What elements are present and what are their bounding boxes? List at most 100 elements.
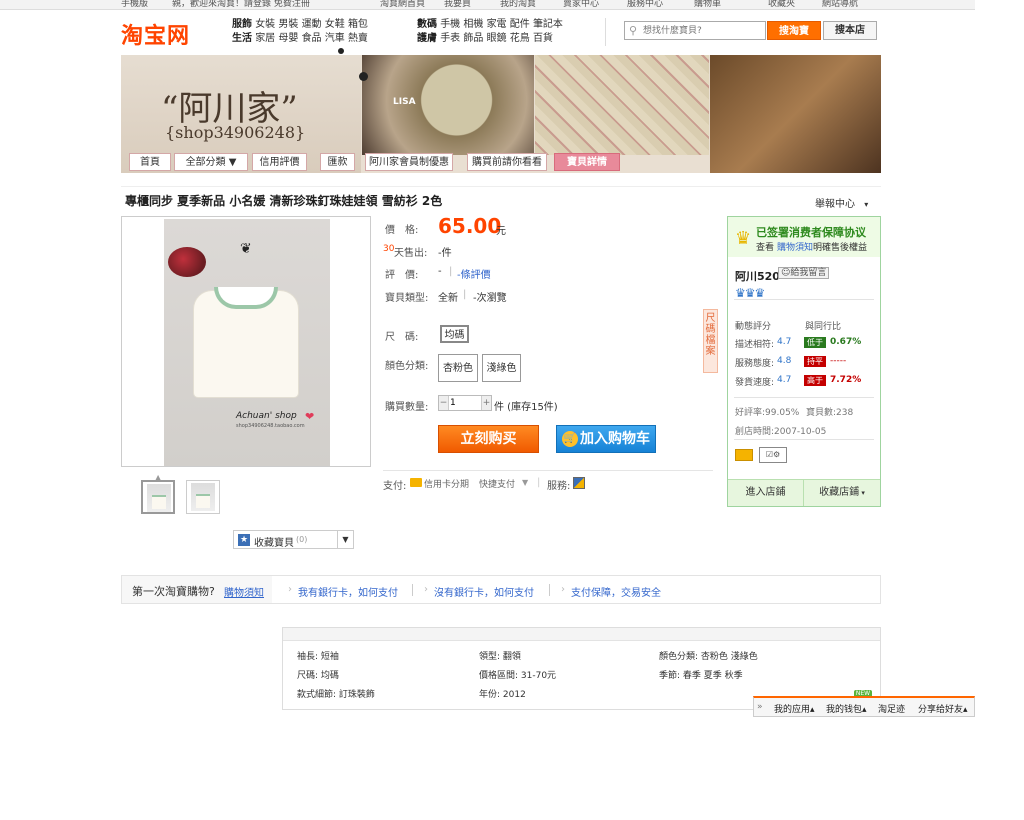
cart-icon: 🛒 (562, 431, 578, 447)
quantity-input[interactable] (450, 397, 480, 409)
category-link[interactable]: 運動 (302, 19, 322, 30)
thumbnail-image (147, 484, 171, 512)
topbar-link-service[interactable]: 服務中心 (627, 0, 663, 9)
chevron-down-icon[interactable]: ▼ (522, 478, 528, 487)
payment-quick[interactable]: 快捷支付 (479, 477, 515, 490)
guide-item-security[interactable]: 支付保障，交易安全 (571, 584, 661, 599)
chevron-right-icon: › (561, 584, 565, 595)
category-link[interactable]: 女裝 (255, 19, 275, 30)
header-divider (605, 18, 606, 46)
topbar-link-buy[interactable]: 我要買 (444, 0, 471, 9)
color-option-light-green[interactable]: 淺綠色 (482, 354, 521, 382)
enter-store-button[interactable]: 進入店鋪 (728, 480, 804, 506)
toolbar-footprint[interactable]: 淘足迹 (878, 702, 905, 715)
topbar-link-home[interactable]: 淘寶網首頁 (380, 0, 425, 9)
type-value: 全新 (438, 293, 458, 304)
shop-tab-member[interactable]: 阿川家會員制優惠 (365, 153, 453, 171)
category-link[interactable]: 食品 (302, 33, 322, 44)
guide-item-no-card[interactable]: 沒有銀行卡，如何支付 (434, 584, 534, 599)
toolbar-my-apps-label: 我的应用 (774, 705, 811, 715)
shop-tab-notice[interactable]: 購買前請你看看 (467, 153, 547, 171)
separator: | (463, 289, 467, 300)
search-store-button[interactable]: 搜本店 (823, 21, 877, 40)
taobao-logo[interactable]: 淘宝网 (121, 18, 190, 50)
shop-tab-details[interactable]: 寶貝詳情 (554, 153, 620, 171)
category-link[interactable]: 箱包 (348, 19, 368, 30)
quantity-minus-button[interactable]: − (439, 396, 449, 410)
review-link[interactable]: -條評價 (457, 266, 491, 281)
message-seller-button[interactable]: ☺給我留言 (778, 267, 830, 279)
add-to-cart-button[interactable]: 🛒 加入购物车 (556, 425, 656, 453)
category-link[interactable]: 眼鏡 (487, 33, 507, 44)
toolbar-share[interactable]: 分享给好友▴ (918, 702, 968, 715)
thumbnail-2[interactable] (186, 480, 220, 514)
rating-score-description: 4.7 (777, 337, 792, 347)
shop-tab-reviews[interactable]: 信用評價 (252, 153, 307, 171)
category-group-beauty[interactable]: 護膚 (417, 33, 437, 44)
report-center-link[interactable]: 舉報中心 ▾ (815, 195, 868, 210)
category-link[interactable]: 配件 (510, 19, 530, 30)
category-link[interactable]: 飾品 (463, 33, 483, 44)
chevron-down-icon[interactable]: ▼ (337, 531, 353, 548)
guide-item-bank-card[interactable]: 我有銀行卡，如何支付 (298, 584, 398, 599)
mobile-link[interactable]: 手機版 (121, 0, 148, 9)
service-icon[interactable] (573, 477, 585, 489)
guarantee-sub-suffix: 明確售後權益 (813, 243, 868, 253)
category-link[interactable]: 百貨 (533, 33, 553, 44)
guarantee-guide-link[interactable]: 購物須知 (777, 240, 813, 253)
search-input[interactable] (643, 24, 761, 37)
product-main-image[interactable]: ❦ Achuan' shop shop34906248.taobao.com ❤ (121, 216, 371, 467)
category-link[interactable]: 手表 (440, 33, 460, 44)
collapse-icon[interactable]: » (757, 702, 763, 712)
topbar-link-mytaobao[interactable]: 我的淘寶 (500, 0, 536, 9)
color-option-apricot-pink[interactable]: 杏粉色 (438, 354, 478, 382)
size-option-onesize[interactable]: 均碼 (440, 325, 469, 343)
category-group-life[interactable]: 生活 (232, 33, 252, 44)
guarantee-title[interactable]: 已签署消费者保障协议 (756, 224, 866, 240)
topbar-link-sitemap[interactable]: 網站導航 (822, 0, 858, 9)
category-link[interactable]: 汽車 (325, 33, 345, 44)
shop-tab-home[interactable]: 首頁 (129, 153, 171, 171)
topbar-link-favorites[interactable]: 收藏夾 (768, 0, 795, 9)
quantity-plus-button[interactable]: + (481, 396, 491, 410)
category-link[interactable]: 相機 (463, 19, 483, 30)
toolbar-my-wallet-label: 我的钱包 (826, 705, 863, 715)
guide-link[interactable]: 購物須知 (224, 584, 264, 599)
add-to-cart-label: 加入购物车 (580, 431, 650, 447)
size-chart-tab[interactable]: 尺碼檔案 (703, 309, 718, 373)
category-link[interactable]: 女鞋 (325, 19, 345, 30)
rating-pct-shipping: 7.72% (830, 375, 862, 385)
attr-year: 年份: 2012 (479, 690, 526, 700)
category-link[interactable]: 熱賣 (348, 33, 368, 44)
category-link[interactable]: 筆記本 (533, 19, 563, 30)
category-link[interactable]: 家居 (255, 33, 275, 44)
buy-now-button[interactable]: 立刻购买 (438, 425, 539, 453)
shop-tab-categories[interactable]: 全部分類 ▼ (174, 153, 248, 171)
topbar-link-seller[interactable]: 賣家中心 (563, 0, 599, 9)
payment-credit[interactable]: 信用卡分期 (424, 477, 469, 490)
rating-badge-description: 低于 (804, 337, 826, 348)
thumbnail-1[interactable] (141, 480, 175, 514)
category-link[interactable]: 母嬰 (278, 33, 298, 44)
category-link[interactable]: 手機 (440, 19, 460, 30)
category-group-digital[interactable]: 數碼 (417, 19, 437, 30)
topbar-link-cart[interactable]: 購物車 (694, 0, 721, 9)
welcome-text[interactable]: 親，歡迎來淘寶！請登錄 免費注冊 (172, 0, 310, 9)
site-topbar: 手機版 親，歡迎來淘寶！請登錄 免費注冊 淘寶網首頁 我要買 我的淘寶 賣家中心… (0, 0, 975, 10)
category-link[interactable]: 男裝 (278, 19, 298, 30)
toolbar-my-apps[interactable]: 我的应用▴ (774, 702, 815, 715)
category-link[interactable]: 花鳥 (510, 33, 530, 44)
favorite-item-button[interactable]: ★ 收藏寶貝 (0) ▼ (233, 530, 354, 549)
type-label: 寶貝類型: (385, 293, 429, 304)
seller-name[interactable]: 阿川520 (735, 268, 780, 284)
favorite-store-button[interactable]: 收藏店鋪 ▾ (804, 480, 880, 506)
category-link[interactable]: 家電 (487, 19, 507, 30)
search-box: ⚲ (624, 21, 766, 40)
message-icon: ☺ (781, 268, 791, 278)
price-unit: 元 (496, 226, 506, 237)
category-row-2: 生活 家居 母嬰 食品 汽車 熱賣 (232, 32, 368, 46)
toolbar-my-wallet[interactable]: 我的钱包▴ (826, 702, 867, 715)
shop-tab-remit[interactable]: 匯款 (320, 153, 355, 171)
category-group-apparel[interactable]: 服飾 (232, 19, 252, 30)
search-taobao-button[interactable]: 搜淘寶 (767, 21, 821, 40)
